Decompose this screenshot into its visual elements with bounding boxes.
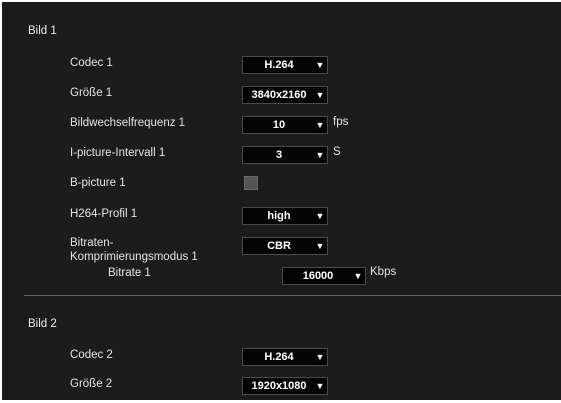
label-ipicture1: I-picture-Intervall 1	[70, 147, 166, 159]
select-ipicture1[interactable]: 3 ▼	[242, 146, 328, 164]
section-title-bild2: Bild 2	[28, 318, 57, 330]
label-groesse2: Größe 2	[70, 378, 113, 390]
select-bildwechselfrequenz1[interactable]: 10 ▼	[242, 116, 328, 134]
unit-fps: fps	[333, 116, 349, 128]
select-codec1-value: H.264	[264, 59, 294, 71]
select-bildwechselfrequenz1-value: 10	[272, 119, 286, 131]
select-ipicture1-value: 3	[275, 149, 283, 161]
chevron-down-icon: ▼	[315, 241, 325, 251]
select-bitratenmodus1[interactable]: CBR ▼	[242, 237, 328, 255]
label-groesse1: Größe 1	[70, 87, 113, 99]
chevron-down-icon: ▼	[315, 90, 325, 100]
label-bildwechselfrequenz1: Bildwechselfrequenz 1	[70, 117, 186, 129]
chevron-down-icon: ▼	[315, 381, 325, 391]
select-codec1[interactable]: H.264 ▼	[242, 56, 328, 74]
settings-panel: Bild 1 Codec 1 H.264 ▼ Größe 1 3840x2160…	[2, 2, 561, 400]
select-groesse2[interactable]: 1920x1080 ▼	[242, 377, 328, 395]
select-groesse1[interactable]: 3840x2160 ▼	[242, 86, 328, 104]
label-codec2: Codec 2	[70, 349, 113, 361]
select-bitrate1-value: 16000	[302, 270, 334, 282]
select-h264profil1[interactable]: high ▼	[242, 207, 328, 225]
chevron-down-icon: ▼	[353, 271, 363, 281]
select-codec2-value: H.264	[264, 351, 294, 363]
label-bpicture1: B-picture 1	[70, 177, 126, 189]
chevron-down-icon: ▼	[315, 60, 325, 70]
chevron-down-icon: ▼	[315, 211, 325, 221]
section-divider	[24, 295, 561, 296]
section-title-bild1: Bild 1	[28, 25, 57, 37]
select-bitratenmodus1-value: CBR	[267, 240, 291, 252]
unit-kbps: Kbps	[370, 266, 397, 278]
select-groesse1-value: 3840x2160	[251, 89, 307, 101]
select-h264profil1-value: high	[267, 210, 291, 222]
label-h264profil1: H264-Profil 1	[70, 208, 138, 220]
unit-seconds: S	[333, 146, 341, 158]
label-bitratenmodus1-line2: Komprimierungsmodus 1	[70, 251, 198, 263]
select-bitrate1[interactable]: 16000 ▼	[282, 267, 366, 285]
label-bitratenmodus1-line1: Bitraten-	[70, 237, 114, 249]
label-bitrate1: Bitrate 1	[108, 267, 151, 279]
select-groesse2-value: 1920x1080	[251, 380, 307, 392]
select-codec2[interactable]: H.264 ▼	[242, 348, 328, 366]
chevron-down-icon: ▼	[315, 120, 325, 130]
label-codec1: Codec 1	[70, 57, 113, 69]
chevron-down-icon: ▼	[315, 352, 325, 362]
checkbox-bpicture1[interactable]	[244, 176, 258, 190]
chevron-down-icon: ▼	[315, 150, 325, 160]
